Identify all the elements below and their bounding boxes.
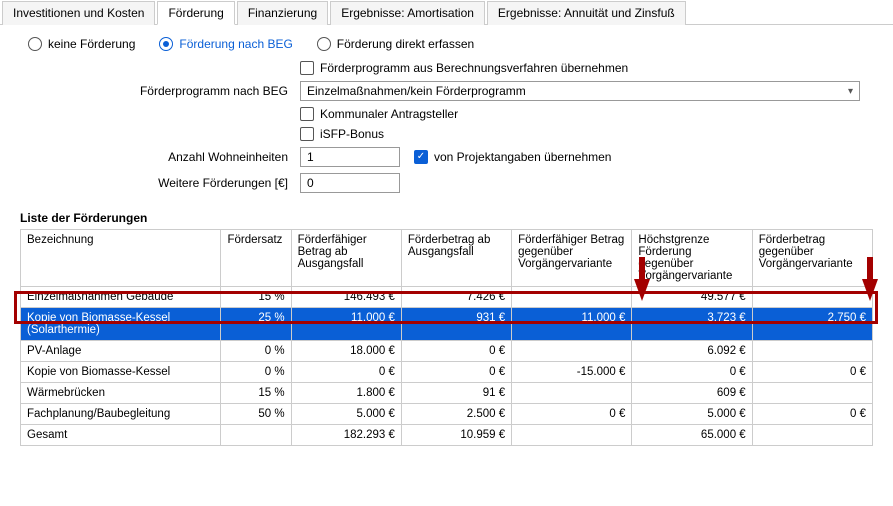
foerderung-mode-group: keine Förderung Förderung nach BEG Förde… (20, 37, 873, 51)
tab-finanzierung[interactable]: Finanzierung (237, 1, 328, 25)
select-foerderprogramm[interactable]: Einzelmaßnahmen/kein Förderprogramm ▾ (300, 81, 860, 101)
col-bezeichnung[interactable]: Bezeichnung (21, 230, 221, 287)
table-row-total[interactable]: Gesamt 182.293 € 10.959 € 65.000 € (21, 425, 873, 446)
radio-label: keine Förderung (48, 37, 135, 51)
tab-amortisation[interactable]: Ergebnisse: Amortisation (330, 1, 485, 25)
checkbox-label: Kommunaler Antragsteller (320, 107, 458, 121)
checkbox-label: iSFP-Bonus (320, 127, 384, 141)
radio-icon (317, 37, 331, 51)
col-foerdersatz[interactable]: Fördersatz (221, 230, 291, 287)
col-foerderbetrag-vorgaenger[interactable]: Förderbetrag gegenüber Vorgängervariante (752, 230, 872, 287)
col-hoechstgrenze-vorgaenger[interactable]: Höchstgrenze Förderung gegenüber Vorgäng… (632, 230, 752, 287)
input-weitere-foerderungen[interactable]: 0 (300, 173, 400, 193)
table-row[interactable]: Kopie von Biomasse-Kessel 0 % 0 € 0 € -1… (21, 362, 873, 383)
tab-annuitaet[interactable]: Ergebnisse: Annuität und Zinsfuß (487, 1, 686, 25)
col-foerderbetrag-ausgangsfall[interactable]: Förderbetrag ab Ausgangsfall (401, 230, 511, 287)
checkbox-label: von Projektangaben übernehmen (434, 150, 611, 164)
label-weitere-foerderungen: Weitere Förderungen [€] (20, 176, 300, 190)
list-title: Liste der Förderungen (20, 211, 873, 225)
chevron-down-icon: ▾ (848, 86, 853, 97)
radio-keine-foerderung[interactable]: keine Förderung (28, 37, 135, 51)
radio-foerderung-direkt[interactable]: Förderung direkt erfassen (317, 37, 474, 51)
table-row[interactable]: Fachplanung/Baubegleitung 50 % 5.000 € 2… (21, 404, 873, 425)
checkbox-isfp-bonus[interactable] (300, 127, 314, 141)
checkbox-projektangaben[interactable] (414, 150, 428, 164)
radio-label: Förderung direkt erfassen (337, 37, 474, 51)
radio-label: Förderung nach BEG (179, 37, 292, 51)
radio-icon (28, 37, 42, 51)
checkbox-berechnungsverfahren[interactable] (300, 61, 314, 75)
input-wohneinheiten[interactable]: 1 (300, 147, 400, 167)
table-row[interactable]: Wärmebrücken 15 % 1.800 € 91 € 609 € (21, 383, 873, 404)
checkbox-label: Förderprogramm aus Berechnungsverfahren … (320, 61, 628, 75)
table-row-selected[interactable]: Kopie von Biomasse-Kessel (Solarthermie)… (21, 308, 873, 341)
tab-investitionen[interactable]: Investitionen und Kosten (2, 1, 155, 25)
foerderungen-table: Bezeichnung Fördersatz Förderfähiger Bet… (20, 229, 873, 446)
checkbox-kommunaler[interactable] (300, 107, 314, 121)
table-row[interactable]: Einzelmaßnahmen Gebäude 15 % 146.493 € 7… (21, 287, 873, 308)
col-betrag-ausgangsfall[interactable]: Förderfähiger Betrag ab Ausgangsfall (291, 230, 401, 287)
radio-icon (159, 37, 173, 51)
label-wohneinheiten: Anzahl Wohneinheiten (20, 150, 300, 164)
label-foerderprogramm: Förderprogramm nach BEG (20, 84, 300, 98)
table-row[interactable]: PV-Anlage 0 % 18.000 € 0 € 6.092 € (21, 341, 873, 362)
tab-bar: Investitionen und Kosten Förderung Finan… (0, 0, 893, 25)
radio-foerderung-beg[interactable]: Förderung nach BEG (159, 37, 292, 51)
col-betrag-vorgaenger[interactable]: Förderfähiger Betrag gegenüber Vorgänger… (512, 230, 632, 287)
tab-foerderung[interactable]: Förderung (157, 1, 234, 25)
select-value: Einzelmaßnahmen/kein Förderprogramm (307, 84, 526, 98)
